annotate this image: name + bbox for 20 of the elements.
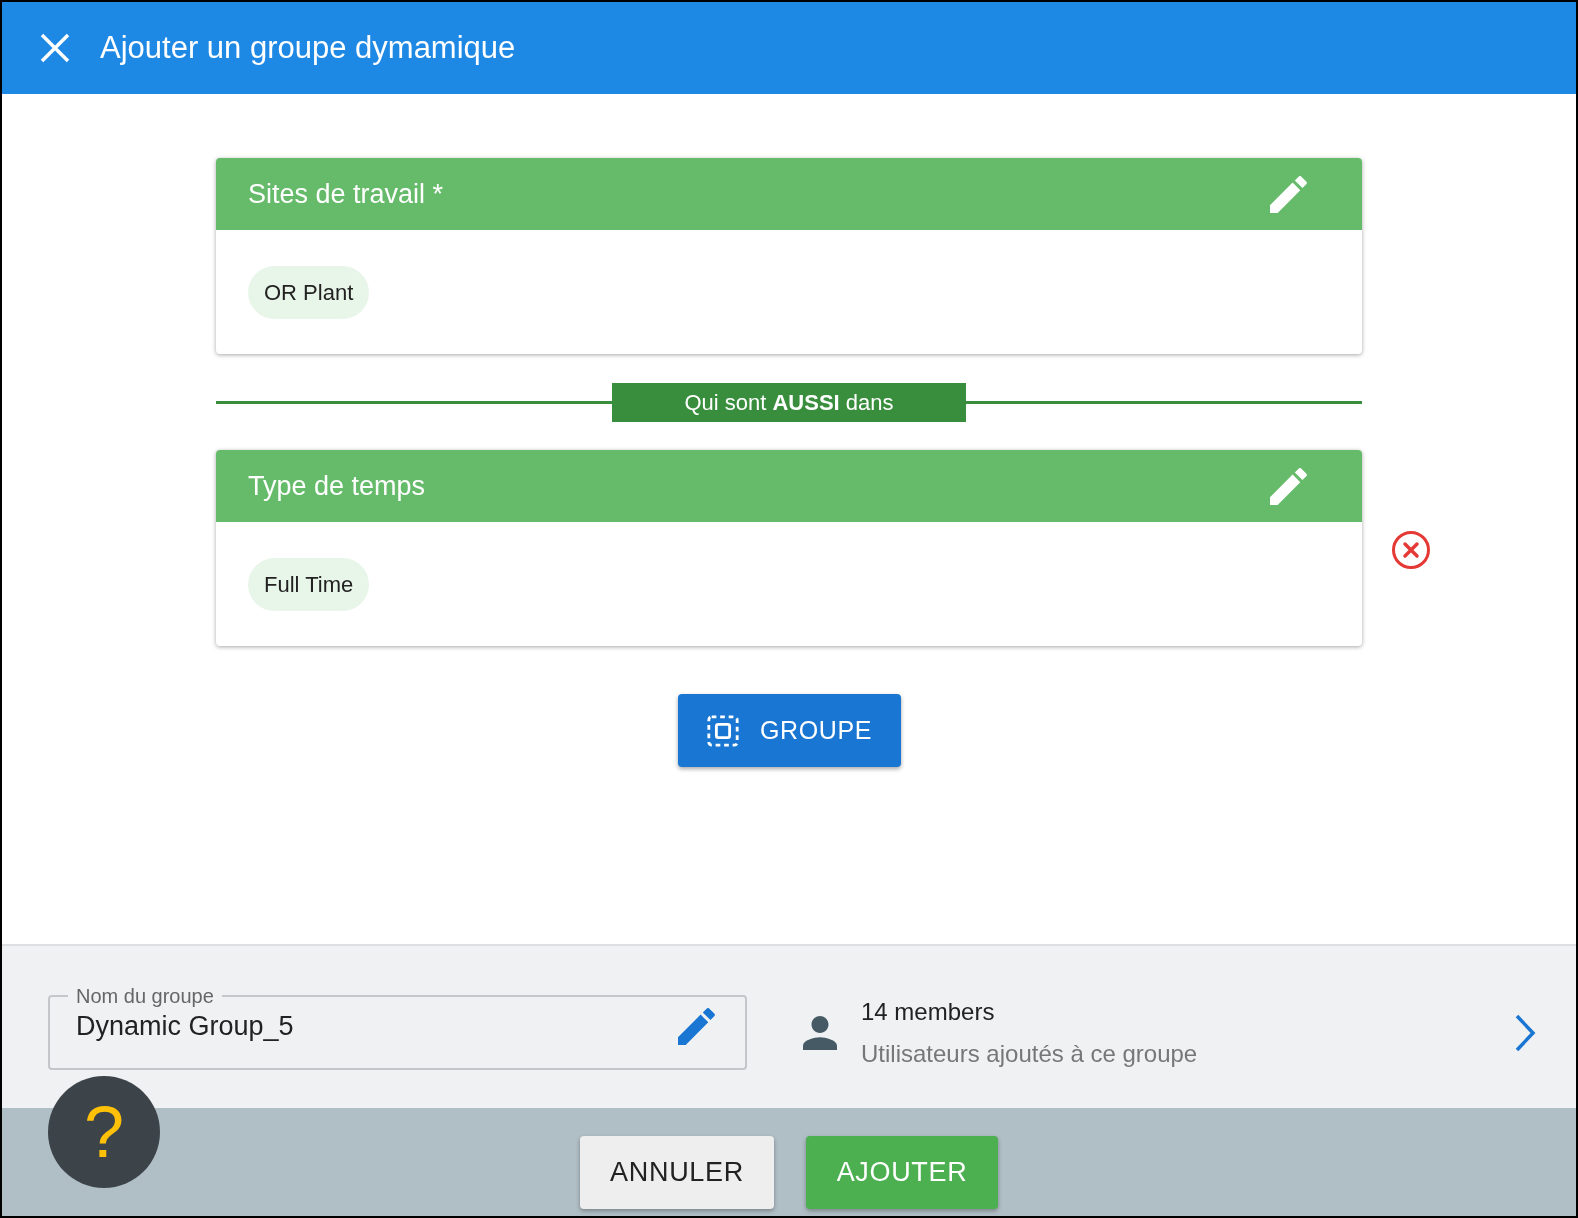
member-description: Utilisateurs ajoutés à ce groupe	[861, 1039, 1199, 1069]
cancel-button[interactable]: ANNULER	[580, 1135, 774, 1209]
card-title: Sites de travail *	[248, 177, 444, 211]
field-label: Nom du groupe	[75, 984, 215, 1008]
edit-icon[interactable]	[1270, 467, 1307, 505]
edit-icon[interactable]	[678, 1007, 715, 1045]
person-icon	[803, 1016, 837, 1050]
chevron-right-icon[interactable]	[1514, 1013, 1536, 1053]
filter-chip: Full Time	[248, 557, 370, 611]
field-value: Dynamic Group_5	[76, 1010, 294, 1043]
connector-label: Qui sont AUSSI dans	[612, 382, 966, 422]
remove-icon[interactable]	[1391, 530, 1431, 570]
card-title: Type de temps	[248, 469, 426, 503]
group-button[interactable]: GROUPE	[677, 694, 901, 767]
member-count: 14 members	[861, 997, 996, 1027]
close-icon[interactable]	[40, 33, 70, 63]
dialog-title: Ajouter un groupe dymamique	[100, 28, 516, 67]
filter-chip: OR Plant	[248, 265, 370, 319]
group-select-icon	[705, 713, 740, 748]
edit-icon[interactable]	[1270, 175, 1307, 213]
